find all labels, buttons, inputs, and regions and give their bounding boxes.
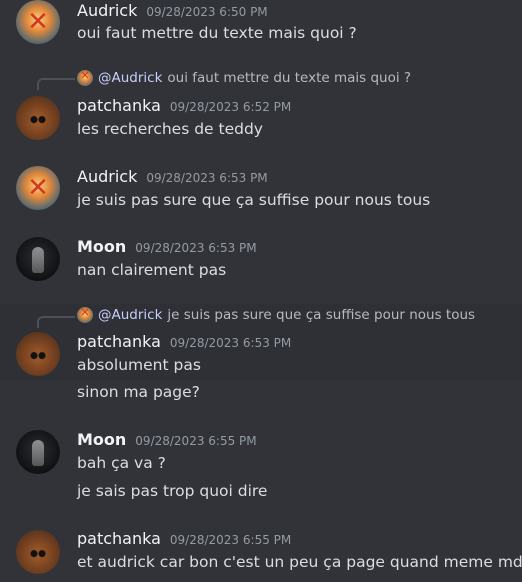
- reply-spine: [37, 78, 75, 90]
- message-text: les recherches de teddy: [77, 120, 263, 138]
- avatar[interactable]: [16, 237, 60, 281]
- message-text: nan clairement pas: [77, 261, 227, 279]
- message-timestamp: 09/28/2023 6:53 PM: [146, 171, 268, 185]
- message-text: sinon ma page?: [77, 383, 200, 401]
- author-name[interactable]: patchanka: [77, 529, 161, 548]
- message-text: je sais pas trop quoi dire: [77, 482, 268, 500]
- reply-avatar: [77, 69, 93, 86]
- avatar[interactable]: [16, 332, 60, 376]
- avatar[interactable]: [16, 96, 60, 140]
- reply-text: oui faut mettre du texte mais quoi ?: [167, 70, 412, 86]
- author-name[interactable]: Audrick: [77, 1, 137, 20]
- message-text: et audrick car bon c'est un peu ça page …: [77, 553, 522, 571]
- message-item[interactable]: Audrick 09/28/2023 6:50 PM oui faut mett…: [0, 0, 522, 56]
- message-timestamp: 09/28/2023 6:53 PM: [169, 336, 292, 350]
- reply-preview[interactable]: @Audrick oui faut mettre du texte mais q…: [77, 69, 412, 86]
- message-timestamp: 09/28/2023 6:55 PM: [169, 533, 292, 547]
- author-name[interactable]: patchanka: [77, 96, 161, 115]
- message-item[interactable]: Moon 09/28/2023 6:53 PM nan clairement p…: [0, 230, 522, 296]
- message-timestamp: 09/28/2023 6:50 PM: [146, 5, 268, 19]
- reply-mention[interactable]: @Audrick: [98, 307, 162, 323]
- message-text: je suis pas sure que ça suffise pour nou…: [77, 191, 431, 209]
- avatar[interactable]: [16, 430, 60, 474]
- reply-preview[interactable]: @Audrick je suis pas sure que ça suffise…: [77, 306, 476, 323]
- reply-spine: [37, 316, 75, 328]
- avatar[interactable]: [16, 0, 60, 44]
- message-timestamp: 09/28/2023 6:53 PM: [135, 241, 257, 255]
- message-item[interactable]: Moon 09/28/2023 6:55 PM bah ça va ? je s…: [0, 424, 522, 514]
- reply-mention[interactable]: @Audrick: [98, 70, 162, 86]
- message-feed: Audrick 09/28/2023 6:50 PM oui faut mett…: [0, 0, 522, 582]
- author-name[interactable]: Moon: [77, 430, 126, 449]
- message-text: oui faut mettre du texte mais quoi ?: [77, 24, 357, 42]
- message-item[interactable]: sinon ma page?: [0, 380, 522, 406]
- message-item[interactable]: @Audrick oui faut mettre du texte mais q…: [0, 64, 522, 148]
- message-item[interactable]: patchanka 09/28/2023 6:55 PM et audrick …: [0, 524, 522, 582]
- message-text: absolument pas: [77, 356, 201, 374]
- message-timestamp: 09/28/2023 6:55 PM: [135, 434, 257, 448]
- author-name[interactable]: Moon: [77, 237, 126, 256]
- message-text: bah ça va ?: [77, 454, 166, 472]
- reply-text: je suis pas sure que ça suffise pour nou…: [167, 307, 476, 323]
- message-item[interactable]: @Audrick je suis pas sure que ça suffise…: [0, 304, 522, 380]
- author-name[interactable]: patchanka: [77, 332, 161, 351]
- avatar[interactable]: [16, 530, 60, 574]
- author-name[interactable]: Audrick: [77, 167, 137, 186]
- message-item[interactable]: Audrick 09/28/2023 6:53 PM je suis pas s…: [0, 160, 522, 220]
- message-timestamp: 09/28/2023 6:52 PM: [169, 100, 292, 114]
- avatar[interactable]: [16, 166, 60, 210]
- reply-avatar: [77, 306, 93, 323]
